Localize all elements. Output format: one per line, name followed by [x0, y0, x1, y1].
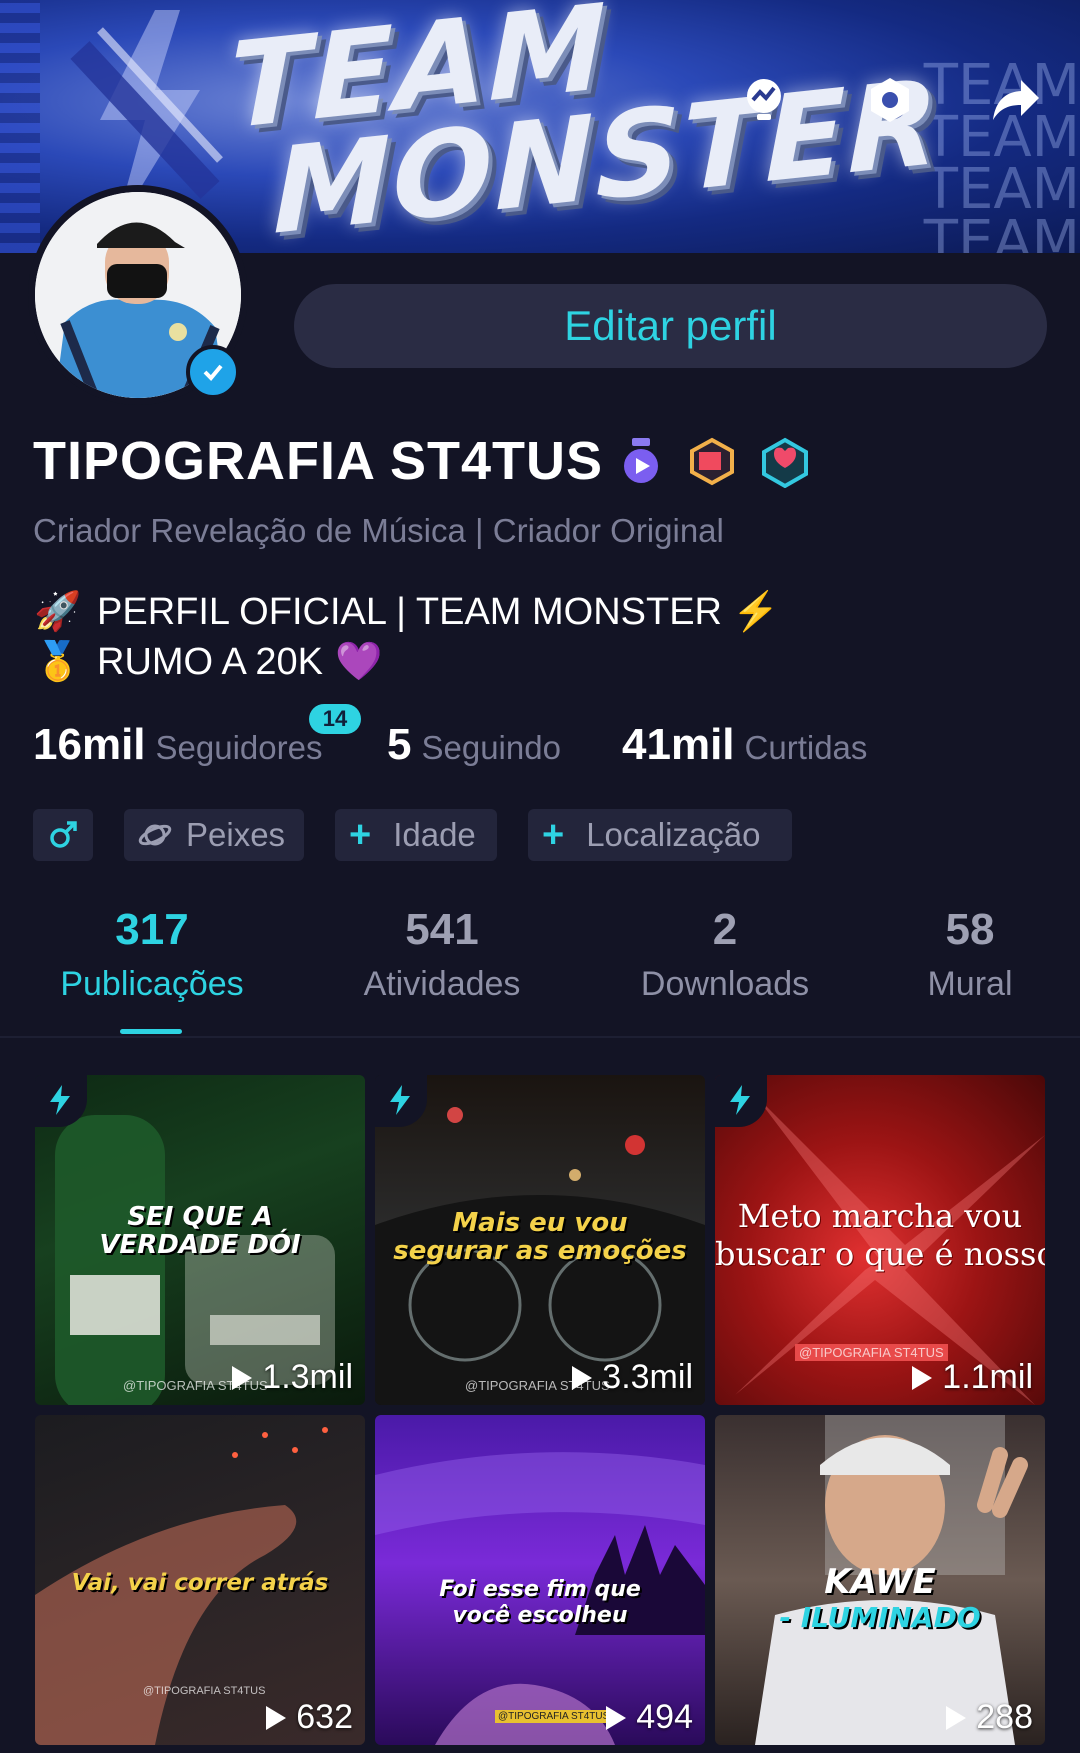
- tab-downloads[interactable]: 2 Downloads: [620, 905, 830, 1004]
- divider: [0, 1036, 1080, 1038]
- post-views: 632: [266, 1698, 353, 1737]
- tab-label: Mural: [927, 965, 1013, 1003]
- planet-icon: [138, 824, 172, 846]
- post-thumbnail[interactable]: Foi esse fim que você escolheu @TIPOGRAF…: [375, 1415, 705, 1745]
- bio-line-1: 🚀 PERFIL OFICIAL | TEAM MONSTER ⚡: [33, 590, 779, 634]
- lightning-emoji-icon: ⚡: [732, 591, 780, 633]
- post-thumbnail[interactable]: Mais eu vou segurar as emoções @TIPOGRAF…: [375, 1075, 705, 1405]
- post-watermark: @TIPOGRAFIA ST4TUS: [495, 1710, 613, 1723]
- tab-count: 541: [405, 905, 479, 954]
- verified-badge-icon: [186, 345, 240, 399]
- play-icon: [912, 1365, 933, 1390]
- likes-count: 41mil: [622, 720, 735, 769]
- post-caption: Mais eu vou segurar as emoções: [393, 1208, 687, 1266]
- plus-icon: +: [349, 813, 372, 856]
- banner-title: TEAM MONSTER: [230, 0, 941, 253]
- following-label: Seguindo: [421, 729, 561, 766]
- post-caption: KAWE - ILUMINADO: [779, 1562, 981, 1634]
- post-views: 494: [606, 1698, 693, 1737]
- play-icon: [946, 1705, 967, 1730]
- post-views: 1.1mil: [912, 1358, 1033, 1397]
- settings-hexagon-icon[interactable]: [862, 72, 918, 128]
- likes-stat[interactable]: 41mil Curtidas: [622, 720, 867, 770]
- tab-count: 317: [115, 905, 189, 954]
- heart-badge-icon[interactable]: [760, 436, 808, 489]
- bio-text-1: PERFIL OFICIAL | TEAM MONSTER: [97, 590, 722, 633]
- post-watermark: @TIPOGRAFIA ST4TUS: [143, 1685, 266, 1697]
- male-icon: [50, 821, 77, 848]
- bio-line-2: 🥇 RUMO A 20K 💜: [33, 640, 382, 684]
- post-thumbnail[interactable]: Meto marcha vou buscar o que é nosso @TI…: [715, 1075, 1045, 1405]
- post-views: 3.3mil: [572, 1358, 693, 1397]
- tab-label: Atividades: [363, 965, 521, 1003]
- share-arrow-icon[interactable]: [988, 72, 1044, 128]
- post-thumbnail[interactable]: KAWE - ILUMINADO 288: [715, 1415, 1045, 1745]
- followers-stat[interactable]: 16mil Seguidores: [33, 720, 322, 770]
- followers-count: 16mil: [33, 720, 146, 769]
- following-stat[interactable]: 5 Seguindo: [387, 720, 561, 770]
- rocket-icon: 🚀: [34, 591, 82, 633]
- play-icon: [572, 1365, 593, 1390]
- post-caption: Vai, vai correr atrás: [71, 1570, 329, 1596]
- tab-publicacoes[interactable]: 317 Publicações: [42, 905, 262, 1004]
- following-count: 5: [387, 720, 412, 769]
- bio-text-2: RUMO A 20K: [97, 640, 323, 683]
- creator-insights-icon[interactable]: [736, 72, 792, 128]
- post-thumbnail[interactable]: SEI QUE A VERDADE DÓI @TIPOGRAFIA ST4TUS…: [35, 1075, 365, 1405]
- followers-label: Seguidores: [155, 729, 323, 766]
- new-followers-badge: 14: [309, 704, 361, 734]
- plus-icon: +: [542, 813, 565, 856]
- post-views: 288: [946, 1698, 1033, 1737]
- banner-stripes: [0, 0, 40, 253]
- tab-count: 58: [945, 905, 995, 954]
- play-icon: [232, 1365, 253, 1390]
- gender-chip[interactable]: [33, 809, 93, 861]
- play-icon: [606, 1705, 627, 1730]
- post-caption: Foi esse fim que você escolheu: [439, 1577, 641, 1628]
- profile-name: TIPOGRAFIA ST4TUS: [33, 431, 604, 491]
- purple-heart-icon: 💜: [334, 641, 383, 683]
- age-label: Idade: [393, 816, 476, 853]
- edit-profile-button[interactable]: Editar perfil: [294, 284, 1047, 368]
- tab-atividades[interactable]: 541 Atividades: [342, 905, 542, 1004]
- active-tab-indicator: [120, 1029, 182, 1034]
- creator-subtitle: Criador Revelação de Música | Criador Or…: [33, 512, 724, 549]
- add-age-chip[interactable]: + Idade: [335, 809, 497, 861]
- post-caption: SEI QUE A VERDADE DÓI: [99, 1202, 301, 1260]
- music-badge-icon[interactable]: [618, 436, 664, 486]
- post-thumbnail[interactable]: Vai, vai correr atrás @TIPOGRAFIA ST4TUS…: [35, 1415, 365, 1745]
- tab-label: Publicações: [60, 965, 244, 1003]
- tab-label: Downloads: [640, 965, 810, 1003]
- tab-count: 2: [712, 905, 738, 954]
- add-location-chip[interactable]: + Localização: [528, 809, 792, 861]
- gift-badge-icon[interactable]: [688, 436, 734, 486]
- zodiac-chip[interactable]: Peixes: [124, 809, 304, 861]
- post-caption: Meto marcha vou buscar o que é nosso: [715, 1197, 1045, 1273]
- zodiac-label: Peixes: [186, 816, 286, 853]
- medal-icon: 🥇: [34, 641, 82, 683]
- post-views: 1.3mil: [232, 1358, 353, 1397]
- likes-label: Curtidas: [744, 729, 868, 766]
- tab-mural[interactable]: 58 Mural: [900, 905, 1040, 1004]
- play-icon: [266, 1705, 287, 1730]
- location-label: Localização: [586, 816, 761, 853]
